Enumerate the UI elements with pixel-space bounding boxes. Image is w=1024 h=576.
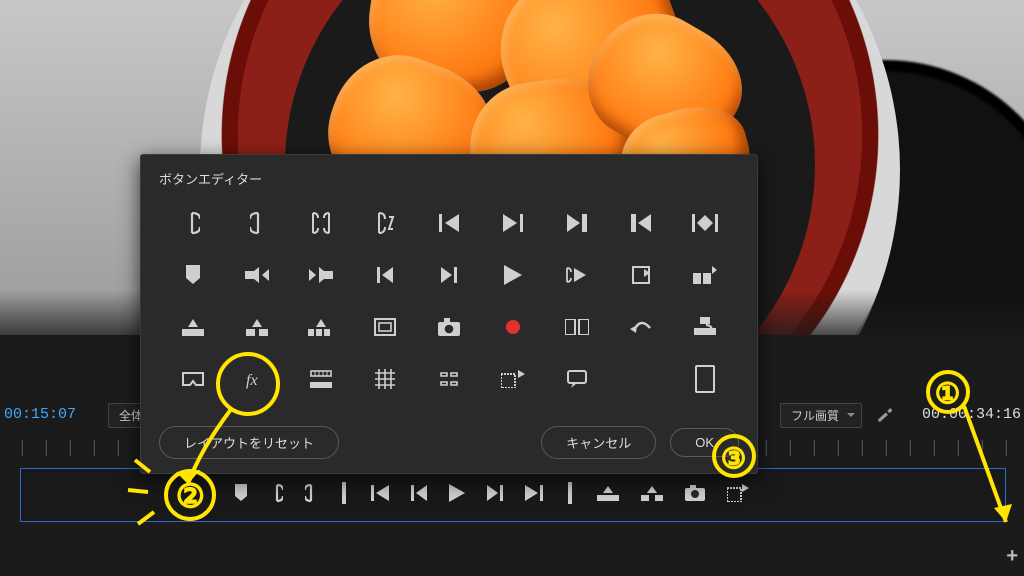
mark-out-button[interactable] (305, 483, 317, 508)
next-edit-icon[interactable] (548, 200, 606, 246)
step-back-button[interactable] (411, 485, 427, 506)
play-in-out-icon[interactable] (548, 252, 606, 298)
vr-icon[interactable] (164, 356, 222, 402)
ok-button[interactable]: OK (670, 428, 739, 457)
timecode-in[interactable]: 00:15:07 (4, 406, 76, 423)
in-out-jump-icon[interactable] (676, 200, 734, 246)
step-fwd-icon[interactable] (420, 252, 478, 298)
record-icon[interactable] (484, 304, 542, 350)
ruler-icon[interactable] (292, 356, 350, 402)
prev-edit-icon[interactable] (612, 200, 670, 246)
multi-insert-icon[interactable] (292, 304, 350, 350)
lift-icon2[interactable] (612, 252, 670, 298)
mark-link-icon[interactable] (356, 200, 414, 246)
go-to-in-icon[interactable] (420, 200, 478, 246)
safe-box-icon[interactable] (676, 356, 734, 402)
extract-button[interactable] (641, 485, 663, 506)
button-editor-plus-button[interactable]: + (1006, 545, 1018, 568)
marker-icon[interactable] (164, 252, 222, 298)
add-marker2-icon[interactable] (484, 356, 542, 402)
export-icon[interactable] (676, 252, 734, 298)
transport-buttons (233, 483, 893, 507)
step-back-icon[interactable] (356, 252, 414, 298)
lift-button[interactable] (597, 485, 619, 506)
play-button[interactable] (449, 484, 465, 507)
button-grid: fx (159, 200, 739, 402)
mark-in-icon[interactable] (164, 200, 222, 246)
cancel-button[interactable]: キャンセル (541, 426, 656, 459)
popover-title: ボタンエディター (159, 169, 739, 188)
playback-quality-dropdown[interactable]: フル画質 (780, 403, 862, 428)
add-marker-button[interactable] (233, 484, 249, 507)
divider-icon (339, 482, 349, 509)
grid-icon[interactable] (356, 356, 414, 402)
crop-icon[interactable] (420, 356, 478, 402)
compare-icon[interactable] (548, 304, 606, 350)
go-to-out-icon[interactable] (484, 200, 542, 246)
mark-out-icon[interactable] (228, 200, 286, 246)
empty-slot (612, 356, 670, 402)
play-icon[interactable] (484, 252, 542, 298)
go-to-out-button[interactable] (525, 485, 543, 506)
prev-marker-icon[interactable] (292, 252, 350, 298)
camera-icon[interactable] (420, 304, 478, 350)
undo-icon[interactable] (612, 304, 670, 350)
export-frame-button[interactable] (727, 484, 749, 507)
mark-clip-icon[interactable] (292, 200, 350, 246)
insert-icon[interactable] (164, 304, 222, 350)
overwrite-icon[interactable] (228, 304, 286, 350)
safe-margins-icon[interactable] (356, 304, 414, 350)
svg-text:fx: fx (246, 372, 258, 389)
transport-bar[interactable] (20, 468, 1006, 522)
mark-in-button[interactable] (271, 483, 283, 508)
timecode-out[interactable]: 00:00:34:16 (922, 406, 1021, 423)
reset-layout-button[interactable]: レイアウトをリセット (159, 426, 339, 459)
step-fwd-button[interactable] (487, 485, 503, 506)
next-marker-icon[interactable] (228, 252, 286, 298)
fx-icon[interactable]: fx (228, 356, 286, 402)
ripple-icon[interactable] (676, 304, 734, 350)
camera-button[interactable] (685, 485, 705, 506)
settings-wrench-icon[interactable] (876, 405, 894, 426)
divider-icon (565, 482, 575, 509)
button-editor-popover: ボタンエディター (140, 154, 758, 474)
comment-icon[interactable] (548, 356, 606, 402)
go-to-in-button[interactable] (371, 485, 389, 506)
